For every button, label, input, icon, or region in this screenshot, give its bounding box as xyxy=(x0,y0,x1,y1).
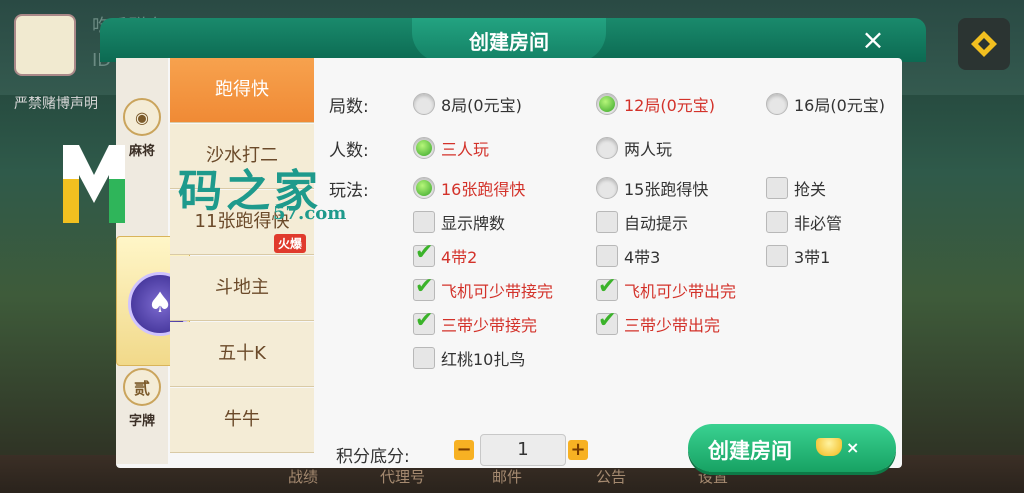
cost-multiplier: × xyxy=(846,438,860,457)
rounds-option-16[interactable]: 16局(0元宝) xyxy=(766,92,885,116)
checkbox-checked-icon xyxy=(413,308,435,335)
bottom-nav-records[interactable]: 战绩 xyxy=(288,466,318,487)
option-label: 显示牌数 xyxy=(441,214,506,233)
check-plane-less-finish[interactable]: 飞机可少带出完 xyxy=(596,274,737,302)
gold-ingot-icon xyxy=(816,438,842,456)
tab-wushik[interactable]: 五十K xyxy=(170,322,314,387)
players-label: 人数: xyxy=(329,141,369,161)
rounds-label: 局数: xyxy=(329,97,369,117)
checkbox-icon xyxy=(766,177,788,199)
check-heart-10-bird[interactable]: 红桃10扎鸟 xyxy=(413,346,525,370)
option-label: 三带少带出完 xyxy=(624,316,721,335)
check-4-with-3[interactable]: 4带3 xyxy=(596,244,660,268)
radio-selected-icon xyxy=(596,93,618,115)
tab-niuniu[interactable]: 牛牛 xyxy=(170,388,314,453)
check-4-with-2[interactable]: 4带2 xyxy=(413,240,478,268)
checkbox-icon xyxy=(766,245,788,267)
option-label: 飞机可少带出完 xyxy=(624,282,737,301)
option-label: 自动提示 xyxy=(624,214,689,233)
create-room-dialog: 创建房间 × ◉ 麻将 ♠ 贰 字牌 跑得快 沙水打二 11张跑得快 火爆 斗地… xyxy=(100,18,926,472)
option-label: 4带2 xyxy=(441,248,478,267)
anti-gambling-notice[interactable]: 严禁赌博声明 xyxy=(14,93,98,113)
create-room-button[interactable]: 创建房间 × xyxy=(688,424,896,472)
diamond-menu-button[interactable] xyxy=(958,18,1010,70)
option-label: 抢关 xyxy=(794,180,827,199)
dialog-title: 创建房间 xyxy=(469,30,549,54)
bottom-nav-mail[interactable]: 邮件 xyxy=(492,466,522,487)
check-auto-hint[interactable]: 自动提示 xyxy=(596,210,688,234)
option-label: 15张跑得快 xyxy=(624,180,709,199)
checkbox-icon xyxy=(413,347,435,369)
option-label: 非必管 xyxy=(794,214,843,233)
plus-button[interactable]: + xyxy=(568,440,588,460)
category-zipai[interactable]: 贰 字牌 xyxy=(116,368,168,429)
category-label: 麻将 xyxy=(128,144,155,159)
checkbox-icon xyxy=(596,211,618,233)
checkbox-icon xyxy=(413,211,435,233)
bottom-nav-agent[interactable]: 代理号 xyxy=(380,466,425,487)
tab-doudizhu[interactable]: 斗地主 xyxy=(170,256,314,321)
rounds-option-12[interactable]: 12局(0元宝) xyxy=(596,92,715,116)
checkbox-icon xyxy=(596,245,618,267)
check-show-count[interactable]: 显示牌数 xyxy=(413,210,505,234)
zipai-icon: 贰 xyxy=(123,368,161,406)
minus-button[interactable]: − xyxy=(454,440,474,460)
tab-shashui-daer[interactable]: 沙水打二 xyxy=(170,124,314,189)
option-label: 红桃10扎鸟 xyxy=(441,350,526,369)
option-label: 三人玩 xyxy=(441,140,490,159)
option-label: 16局(0元宝) xyxy=(794,96,886,115)
bottom-nav-notice[interactable]: 公告 xyxy=(596,466,626,487)
option-label: 12局(0元宝) xyxy=(624,96,716,115)
checkbox-icon xyxy=(766,211,788,233)
option-label: 两人玩 xyxy=(624,140,673,159)
check-triple-less-finish[interactable]: 三带少带出完 xyxy=(596,308,721,336)
category-label: 字牌 xyxy=(128,414,155,429)
play-option-15[interactable]: 15张跑得快 xyxy=(596,176,708,200)
tab-paodekuai[interactable]: 跑得快 xyxy=(170,58,314,123)
base-score-stepper: − 1 + xyxy=(454,434,588,466)
play-option-qiangguan[interactable]: 抢关 xyxy=(766,176,826,200)
rounds-option-8[interactable]: 8局(0元宝) xyxy=(413,92,522,116)
checkbox-checked-icon xyxy=(596,274,618,301)
check-triple-less-follow[interactable]: 三带少带接完 xyxy=(413,308,538,336)
category-mahjong[interactable]: ◉ 麻将 xyxy=(116,98,168,159)
option-label: 飞机可少带接完 xyxy=(441,282,554,301)
base-score-value[interactable]: 1 xyxy=(480,434,566,466)
option-label: 4带3 xyxy=(624,248,661,267)
avatar[interactable] xyxy=(14,14,76,76)
players-option-three[interactable]: 三人玩 xyxy=(413,136,489,160)
check-not-must-beat[interactable]: 非必管 xyxy=(766,210,842,234)
check-3-with-1[interactable]: 3带1 xyxy=(766,244,830,268)
mahjong-icon: ◉ xyxy=(123,98,161,136)
play-label: 玩法: xyxy=(329,181,369,201)
radio-icon xyxy=(596,177,618,199)
option-label: 16张跑得快 xyxy=(441,180,526,199)
players-option-two[interactable]: 两人玩 xyxy=(596,136,672,160)
dialog-panel: ◉ 麻将 ♠ 贰 字牌 跑得快 沙水打二 11张跑得快 火爆 斗地主 五十K 牛… xyxy=(116,58,902,472)
diamond-icon xyxy=(971,31,997,57)
create-room-label: 创建房间 xyxy=(708,439,792,463)
radio-icon xyxy=(413,93,435,115)
close-button[interactable]: × xyxy=(858,26,888,56)
checkbox-checked-icon xyxy=(413,240,435,267)
base-score-label: 积分底分: xyxy=(336,447,410,467)
radio-icon xyxy=(766,93,788,115)
option-label: 三带少带接完 xyxy=(441,316,538,335)
checkbox-checked-icon xyxy=(596,308,618,335)
radio-selected-icon xyxy=(413,177,435,199)
option-label: 3带1 xyxy=(794,248,831,267)
radio-selected-icon xyxy=(413,137,435,159)
option-label: 8局(0元宝) xyxy=(441,96,522,115)
check-plane-less-follow[interactable]: 飞机可少带接完 xyxy=(413,274,554,302)
radio-icon xyxy=(596,137,618,159)
hot-badge: 火爆 xyxy=(274,234,307,253)
checkbox-checked-icon xyxy=(413,274,435,301)
play-option-16[interactable]: 16张跑得快 xyxy=(413,176,525,200)
